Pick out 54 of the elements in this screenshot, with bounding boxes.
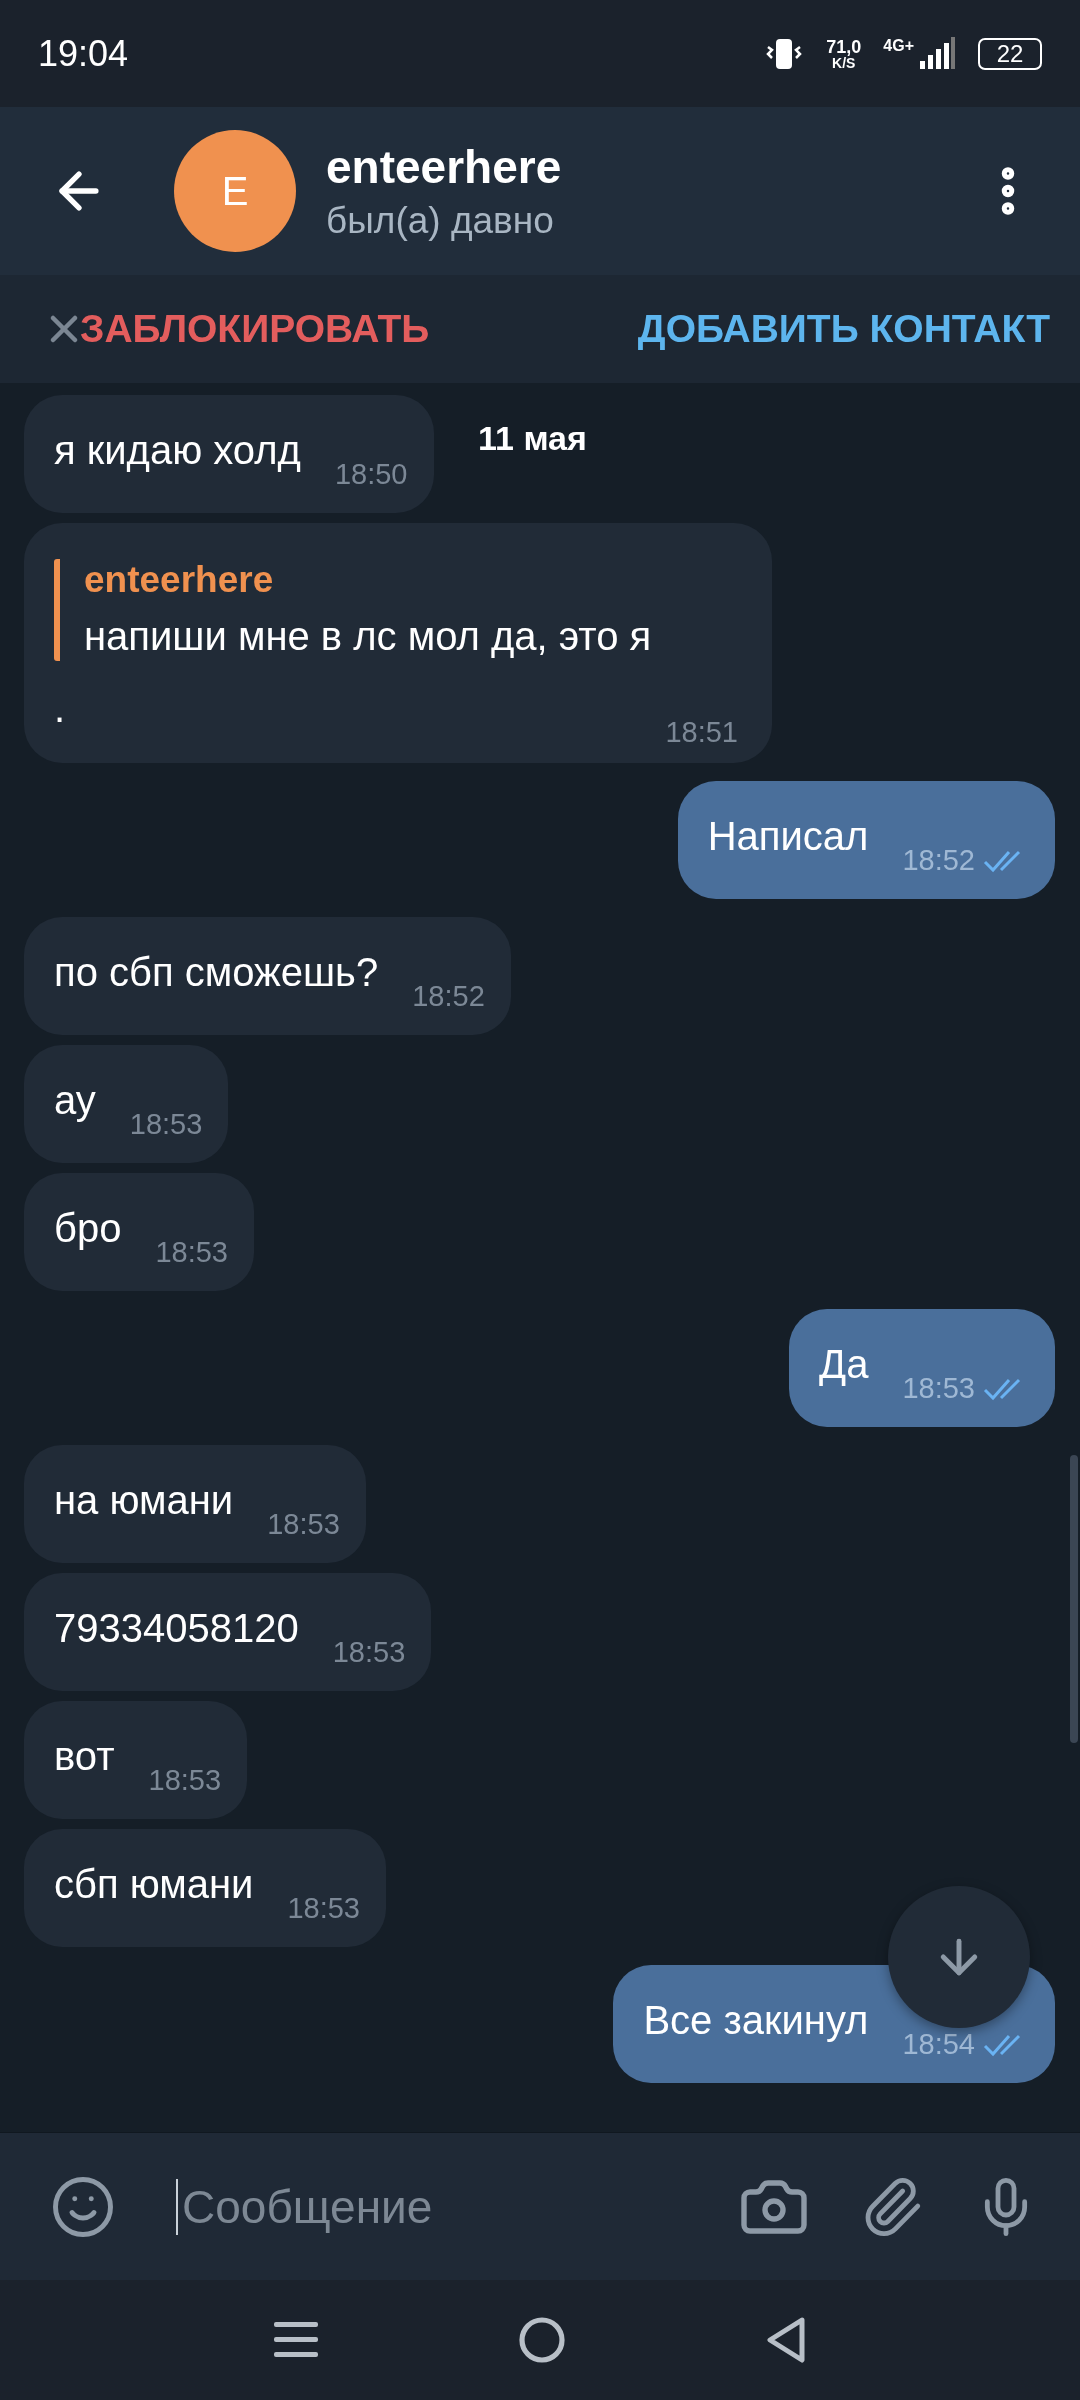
message-time: 18:54 [902,2028,975,2061]
message-text: вот [54,1733,115,1780]
back-triangle-icon[interactable] [766,2316,806,2364]
last-seen-status: был(а) давно [326,200,554,242]
message-text: . [54,685,66,732]
message-time: 18:53 [902,1372,975,1405]
message-text: бро [54,1205,122,1252]
network-speed: 71,0 [826,37,862,56]
message-bubble[interactable]: вот 18:53 [24,1701,248,1819]
message-time: 18:50 [334,458,408,491]
message-bubble[interactable]: ау 18:53 [24,1045,229,1163]
message-bubble[interactable]: бро 18:53 [24,1173,254,1291]
message-time: 18:53 [155,1236,228,1269]
message-text: Да [819,1341,869,1388]
message-time: 18:52 [412,980,485,1013]
menu-icon[interactable] [274,2320,318,2360]
reply-quote[interactable]: enteerhere напиши мне в лс мол да, это я [54,559,738,661]
message-bubble[interactable]: 79334058120 18:53 [24,1573,432,1691]
message-time: 18:53 [129,1108,203,1141]
signal-icon [918,36,956,71]
message-time: 18:53 [267,1508,340,1541]
message-bubble[interactable]: по сбп сможешь? 18:52 [24,917,511,1035]
speed-unit: K/S [832,55,856,70]
message-time: 18:53 [332,1636,406,1669]
message-bubble[interactable]: Да 18:53 [789,1309,1055,1427]
battery-indicator: 22 [978,37,1042,70]
message-text: Написал [707,813,869,860]
message-bubble[interactable]: на юмани 18:53 [24,1445,366,1563]
clock-time: 19:04 [38,32,130,75]
date-label: 11 мая [478,419,587,458]
network-type: 4G+ [883,36,914,55]
message-bubble[interactable]: Написал 18:52 [677,781,1055,899]
message-text: сбп юмани [54,1861,254,1908]
message-bubble[interactable]: сбп юмани 18:53 [24,1829,386,1947]
message-time: 18:53 [148,1764,222,1797]
message-text: ау [54,1077,96,1124]
message-input[interactable]: Сообщение [176,2178,718,2235]
scrollbar[interactable] [1070,1455,1078,1743]
message-bubble[interactable]: enteerhere напиши мне в лс мол да, это я . 18:51 [24,523,772,763]
message-text: я кидаю холд [54,427,301,474]
quote-author: enteerhere [84,559,275,601]
message-bubble[interactable]: я кидаю холд 18:50 [24,395,434,513]
message-text: Все закинул [643,1997,869,2044]
home-icon[interactable] [518,2316,566,2364]
add-contact-button[interactable]: ДОБАВИТЬ КОНТАКТ [637,307,1050,351]
message-time: 18:52 [902,844,975,877]
message-text: на юмани [54,1477,234,1524]
block-button[interactable]: ЗАБЛОКИРОВАТЬ [80,307,430,351]
quote-text: напиши мне в лс мол да, это я [84,613,653,660]
message-time: 18:51 [665,716,738,749]
message-text: по сбп сможешь? [54,949,379,996]
contact-name: enteerhere [326,140,562,194]
message-text: 79334058120 [54,1605,299,1652]
message-time: 18:53 [287,1892,360,1925]
